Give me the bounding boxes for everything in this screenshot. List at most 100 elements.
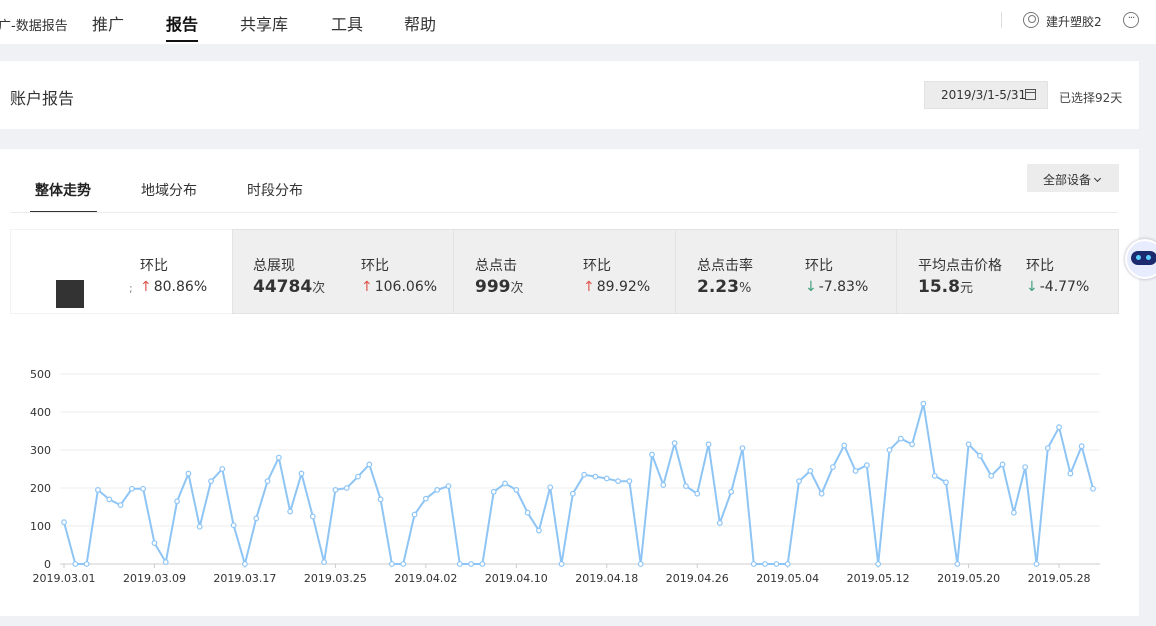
y-tick-label: 200 [30, 482, 51, 495]
data-point[interactable] [422, 495, 429, 502]
data-point[interactable] [558, 561, 565, 567]
data-point[interactable] [637, 561, 644, 567]
data-point[interactable] [750, 561, 757, 567]
data-point[interactable] [965, 441, 972, 448]
data-point[interactable] [536, 527, 542, 534]
data-point[interactable] [1022, 464, 1029, 471]
data-point[interactable] [513, 487, 520, 493]
data-point[interactable] [411, 511, 418, 518]
data-point[interactable] [287, 508, 294, 515]
data-point[interactable] [603, 475, 610, 482]
data-point[interactable] [1090, 485, 1096, 492]
data-point[interactable] [445, 483, 452, 490]
data-point[interactable] [468, 561, 474, 567]
data-point[interactable] [1078, 443, 1085, 450]
data-point[interactable] [1044, 445, 1051, 452]
data-point[interactable] [1033, 561, 1040, 567]
data-point[interactable] [660, 482, 667, 488]
data-point[interactable] [1010, 509, 1017, 516]
data-point[interactable] [117, 502, 124, 509]
data-point[interactable] [863, 462, 870, 469]
data-point[interactable] [264, 478, 271, 485]
data-point[interactable] [389, 561, 395, 567]
y-tick-label: 500 [30, 368, 51, 381]
data-point[interactable] [615, 478, 621, 485]
data-point[interactable] [400, 561, 407, 567]
data-point[interactable] [230, 522, 237, 529]
x-tick-label: 2019.03.01 [33, 572, 96, 585]
data-point[interactable] [796, 478, 802, 485]
data-point[interactable] [95, 487, 101, 493]
data-point[interactable] [818, 490, 825, 497]
data-point[interactable] [343, 485, 350, 491]
data-point[interactable] [366, 461, 373, 468]
x-tick-label: 2019.04.18 [575, 572, 638, 585]
data-point[interactable] [988, 472, 995, 479]
x-tick-label: 2019.04.10 [485, 572, 548, 585]
x-tick-label: 2019.03.09 [123, 572, 186, 585]
data-point[interactable] [592, 473, 599, 480]
data-point[interactable] [784, 561, 791, 567]
data-point[interactable] [773, 561, 780, 567]
data-point[interactable] [275, 454, 282, 461]
data-point[interactable] [332, 487, 339, 493]
data-point[interactable] [253, 515, 260, 522]
data-point[interactable] [355, 473, 361, 480]
data-point[interactable] [705, 441, 712, 448]
x-tick-label: 2019.04.26 [666, 572, 729, 585]
data-point[interactable] [162, 559, 169, 565]
data-point[interactable] [762, 561, 768, 567]
data-point[interactable] [106, 496, 113, 503]
data-point[interactable] [1056, 424, 1062, 431]
data-point[interactable] [954, 561, 961, 567]
data-point[interactable] [434, 487, 441, 493]
data-point[interactable] [219, 466, 226, 472]
data-point[interactable] [943, 479, 949, 486]
data-point[interactable] [716, 520, 723, 526]
data-point[interactable] [683, 483, 689, 490]
data-point[interactable] [140, 485, 147, 492]
data-point[interactable] [61, 519, 67, 526]
data-point[interactable] [807, 468, 814, 474]
data-point[interactable] [841, 442, 848, 449]
data-point[interactable] [151, 540, 158, 546]
data-point[interactable] [671, 440, 678, 447]
data-point[interactable] [875, 561, 882, 567]
data-point[interactable] [242, 561, 248, 567]
data-point[interactable] [479, 561, 486, 567]
data-point[interactable] [547, 484, 554, 491]
data-point[interactable] [569, 490, 576, 497]
data-point[interactable] [830, 464, 836, 471]
data-point[interactable] [581, 471, 588, 478]
data-point[interactable] [502, 480, 508, 487]
data-point[interactable] [456, 561, 463, 567]
data-point[interactable] [852, 468, 859, 474]
data-point[interactable] [728, 488, 735, 495]
data-point[interactable] [490, 488, 497, 495]
data-point[interactable] [196, 523, 203, 530]
data-point[interactable] [897, 435, 904, 442]
trend-line-chart: 0 100 200 300 400 500 2019.03.01 2019.03.09 2019… [30, 368, 1100, 585]
data-point[interactable] [83, 561, 90, 567]
data-point[interactable] [128, 485, 135, 492]
data-point[interactable] [649, 451, 655, 458]
data-point[interactable] [909, 441, 915, 448]
data-point[interactable] [298, 470, 305, 477]
data-point[interactable] [931, 472, 938, 479]
data-point[interactable] [886, 447, 893, 453]
data-point[interactable] [321, 559, 327, 565]
data-point[interactable] [377, 496, 384, 503]
data-point[interactable] [208, 478, 214, 485]
data-point[interactable] [626, 478, 633, 485]
data-point[interactable] [999, 461, 1006, 468]
data-point[interactable] [739, 445, 746, 452]
data-point[interactable] [174, 498, 180, 505]
data-point[interactable] [694, 490, 701, 497]
data-point[interactable] [524, 509, 531, 516]
data-point[interactable] [185, 470, 192, 477]
data-point[interactable] [977, 452, 983, 459]
data-point[interactable] [72, 561, 79, 567]
data-point[interactable] [309, 513, 316, 520]
data-point[interactable] [920, 400, 927, 407]
data-point[interactable] [1067, 470, 1074, 477]
